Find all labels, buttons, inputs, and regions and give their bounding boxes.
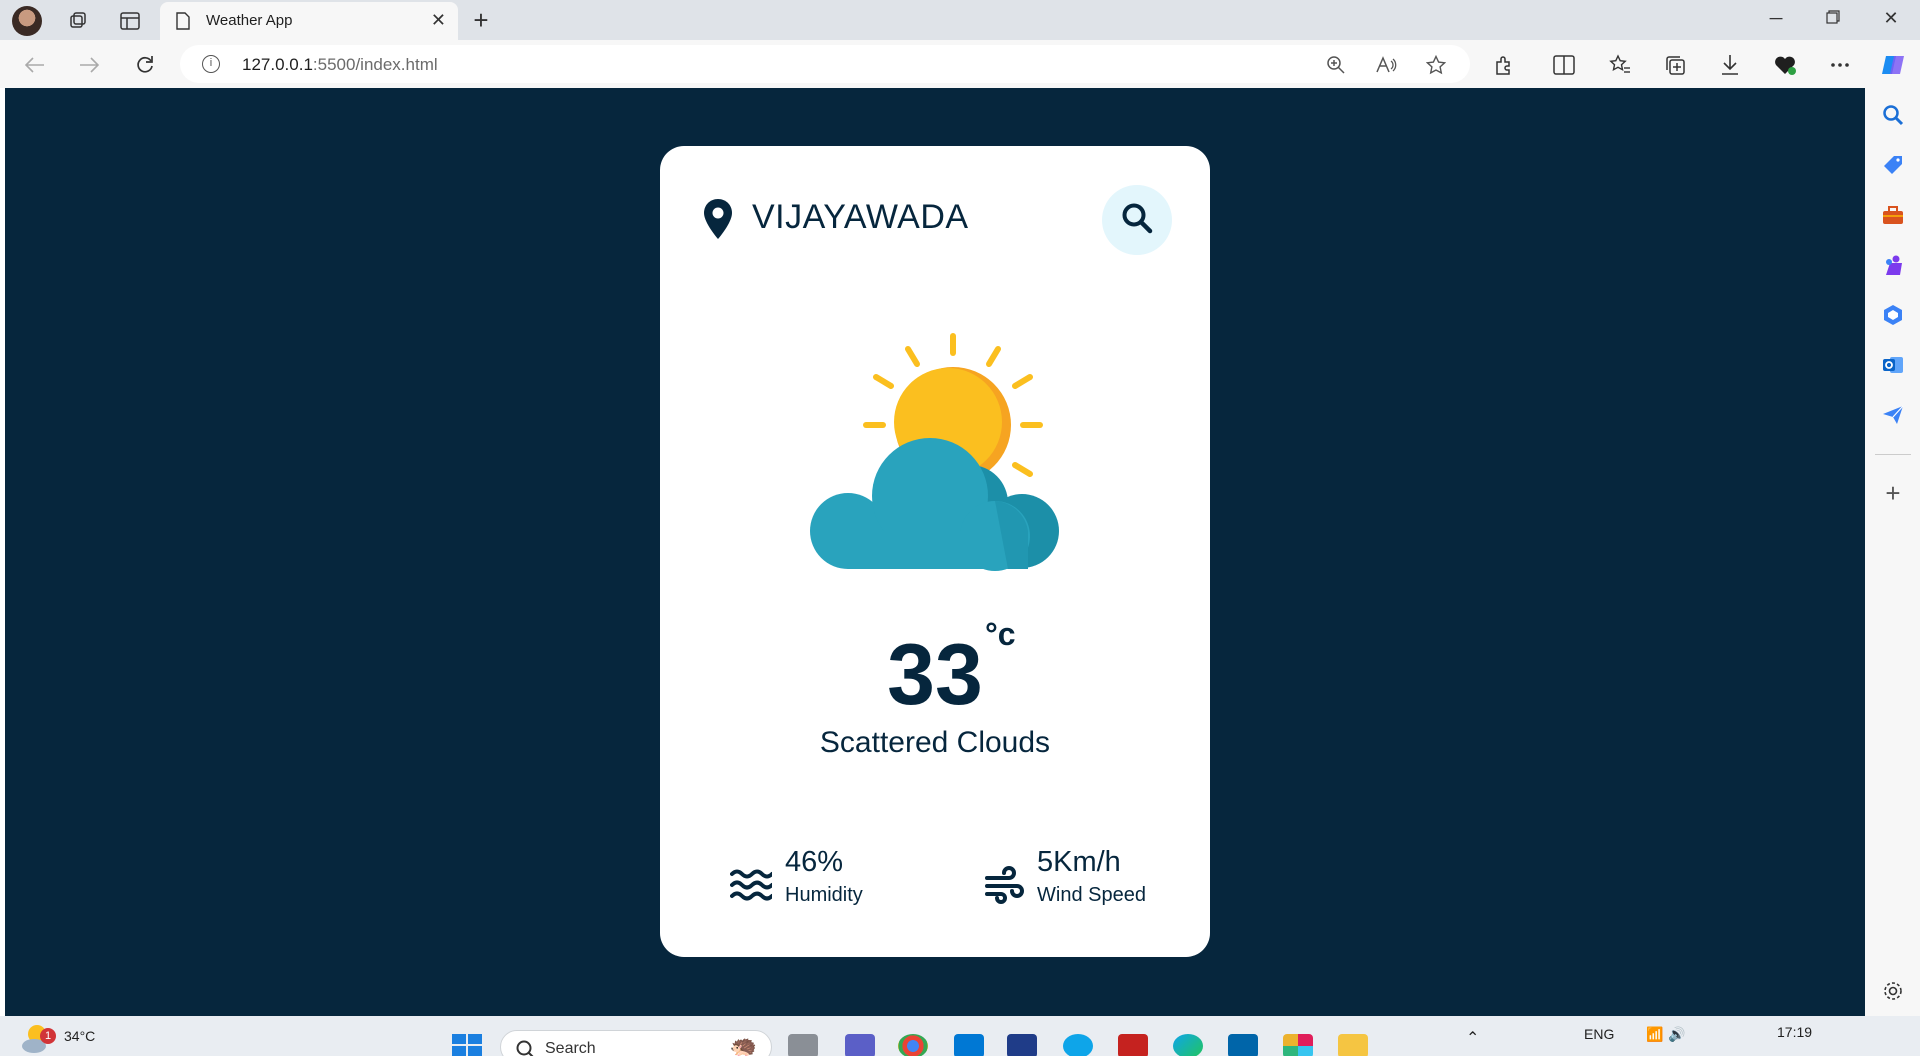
workspaces-icon[interactable] [60,6,96,36]
language-indicator[interactable]: ENG [1584,1026,1614,1042]
new-tab-button[interactable]: + [466,6,496,36]
edge-icon[interactable] [1173,1034,1203,1056]
site-info-icon[interactable]: i [202,55,220,73]
taskbar-search-icon [515,1039,535,1056]
more-options-icon[interactable] [1827,52,1853,78]
page-viewport: VIJAYAWADA 33 °c Scattered Clouds 46% Hu… [5,88,1865,1016]
teams-icon[interactable] [845,1034,875,1056]
address-bar-row: i 127.0.0.1:5500/index.html [0,40,1920,88]
copilot-icon[interactable] [1880,52,1906,78]
volume-icon[interactable]: 🔊 [1668,1026,1685,1043]
file-explorer-icon[interactable] [1338,1034,1368,1056]
search-highlight-icon: 🦔 [729,1033,757,1056]
zoom-icon[interactable] [1324,54,1348,76]
tab-title: Weather App [206,12,293,29]
refresh-icon[interactable] [130,50,160,80]
vscode-icon[interactable] [1228,1034,1258,1056]
back-icon[interactable] [20,50,50,80]
tools-icon[interactable] [1880,202,1906,228]
chrome-icon[interactable] [898,1034,928,1056]
close-tab-icon[interactable]: ✕ [431,10,446,31]
browser-essentials-icon[interactable] [1772,52,1798,78]
search-icon [1121,202,1153,239]
forward-icon[interactable] [74,50,104,80]
tab-strip: Weather App ✕ + ─ ✕ [0,0,1920,40]
wifi-icon[interactable]: 📶 [1646,1026,1663,1043]
file-app-icon[interactable] [788,1034,818,1056]
split-screen-icon[interactable] [1551,52,1577,78]
myhp-icon[interactable] [1007,1034,1037,1056]
sidebar-search-icon[interactable] [1880,102,1906,128]
add-sidebar-icon[interactable]: + [1880,478,1906,508]
outlook-icon[interactable] [1880,352,1906,378]
edge-sidebar: + [1865,88,1920,1016]
gmail-icon[interactable] [1118,1034,1148,1056]
city-name[interactable]: VIJAYAWADA [752,198,969,237]
wind-label: Wind Speed [1037,884,1146,906]
search-button[interactable] [1102,185,1172,255]
extensions-icon[interactable] [1491,52,1517,78]
favorites-icon[interactable] [1607,52,1633,78]
tab-weather-app[interactable]: Weather App ✕ [160,2,458,40]
app-icon[interactable] [1063,1034,1093,1056]
start-icon[interactable] [452,1034,482,1056]
taskbar-search-placeholder: Search [545,1040,596,1056]
read-aloud-icon[interactable] [1374,54,1398,76]
sidebar-settings-icon[interactable] [1880,978,1906,1004]
favorite-star-icon[interactable] [1424,54,1448,76]
humidity-block: 46% Humidity [730,846,930,906]
wind-icon [985,866,1025,911]
sun-cloud-icon [790,331,1080,586]
games-icon[interactable] [1880,252,1906,278]
temperature-value: 33 [887,627,983,723]
wind-block: 5Km/h Wind Speed [985,846,1185,906]
close-window-icon[interactable]: ✕ [1876,8,1906,29]
weather-description: Scattered Clouds [819,726,1051,759]
slack-icon[interactable] [1283,1034,1313,1056]
vertical-tabs-icon[interactable] [112,6,148,36]
wind-value: 5Km/h [1037,846,1121,878]
store-icon[interactable] [954,1034,984,1056]
shopping-tag-icon[interactable] [1880,152,1906,178]
minimize-icon[interactable]: ─ [1761,8,1791,29]
temperature-unit: °c [985,616,1016,652]
document-icon [176,12,190,35]
drop-send-icon[interactable] [1880,402,1906,428]
sidebar-divider [1875,454,1911,455]
weather-card: VIJAYAWADA 33 °c Scattered Clouds 46% Hu… [660,146,1210,957]
clock-time[interactable]: 17:19 [1777,1024,1812,1040]
url-text[interactable]: 127.0.0.1:5500/index.html [242,55,438,75]
notification-badge: 1 [40,1028,56,1044]
url-bar[interactable]: i 127.0.0.1:5500/index.html [180,45,1470,83]
taskbar-temperature[interactable]: 34°C [64,1028,95,1044]
humidity-icon [730,868,774,907]
humidity-value: 46% [785,846,844,878]
collections-icon[interactable] [1662,52,1688,78]
taskbar-search[interactable]: Search 🦔 [500,1030,772,1056]
microsoft365-icon[interactable] [1880,302,1906,328]
humidity-label: Humidity [785,884,863,906]
location-pin-icon [702,198,734,245]
tray-overflow-icon[interactable]: ⌃ [1466,1028,1479,1048]
temperature-display: 33 [660,626,1210,725]
profile-avatar[interactable] [12,6,42,36]
restore-icon[interactable] [1818,8,1848,29]
windows-taskbar: 1 34°C Search 🦔 ⌃ ENG 📶 🔊 17:19 [0,1016,1920,1056]
downloads-icon[interactable] [1717,52,1743,78]
